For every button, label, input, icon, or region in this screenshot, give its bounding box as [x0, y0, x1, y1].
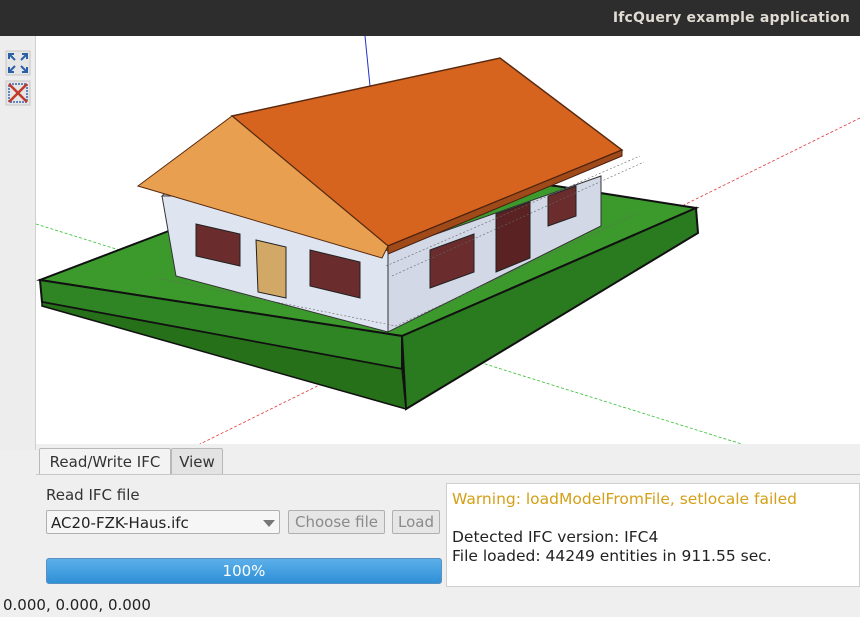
- log-warning: Warning: loadModelFromFile, setlocale fa…: [452, 490, 797, 508]
- load-button[interactable]: Load: [392, 510, 440, 534]
- message-log: Warning: loadModelFromFile, setlocale fa…: [446, 483, 860, 587]
- ifc-file-select[interactable]: AC20-FZK-Haus.ifc: [46, 510, 280, 534]
- tab-read-write-ifc[interactable]: Read/Write IFC: [39, 448, 171, 476]
- status-bar: 0.000, 0.000, 0.000: [0, 592, 860, 617]
- window-title: IfcQuery example application: [612, 10, 850, 26]
- zoom-to-fit-icon: [5, 50, 31, 76]
- clear-selection-button[interactable]: [5, 80, 31, 106]
- title-bar: IfcQuery example application: [0, 0, 860, 36]
- cursor-coordinates: 0.000, 0.000, 0.000: [3, 596, 151, 614]
- log-loaded: File loaded: 44249 entities in 911.55 se…: [452, 547, 772, 565]
- tab-view[interactable]: View: [171, 448, 223, 475]
- zoom-to-fit-button[interactable]: [5, 50, 31, 76]
- read-ifc-file-label: Read IFC file: [46, 486, 140, 504]
- load-progress-bar: 100%: [46, 558, 442, 584]
- log-version: Detected IFC version: IFC4: [452, 528, 659, 546]
- clear-selection-icon: [5, 80, 31, 106]
- house-model-render: [36, 36, 860, 446]
- selected-file: AC20-FZK-Haus.ifc: [51, 514, 189, 532]
- choose-file-button[interactable]: Choose file: [288, 510, 385, 534]
- 3d-viewport[interactable]: [36, 36, 860, 446]
- chevron-down-icon[interactable]: [263, 520, 275, 527]
- front-door: [255, 239, 287, 299]
- read-write-panel: Read IFC file AC20-FZK-Haus.ifc Choose f…: [36, 474, 860, 593]
- side-toolbar: [0, 36, 36, 450]
